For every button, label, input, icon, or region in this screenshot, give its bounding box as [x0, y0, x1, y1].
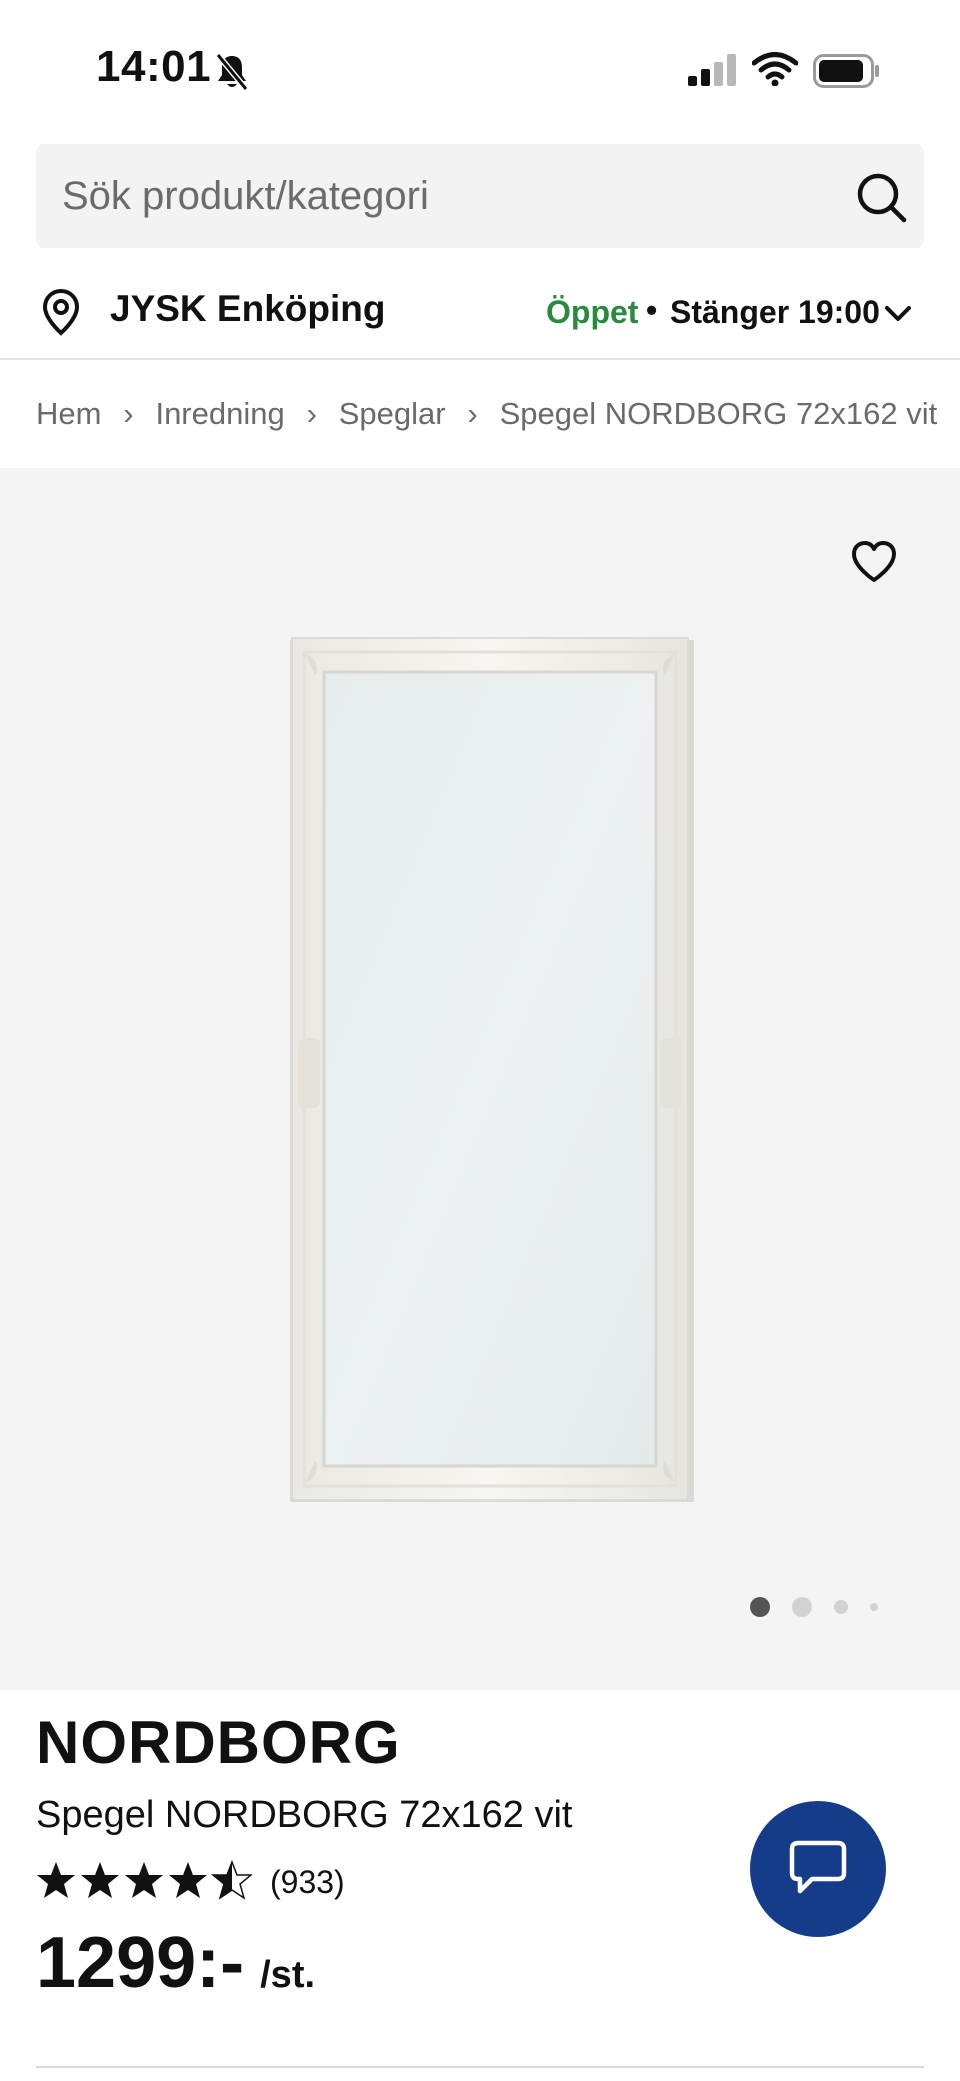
section-divider — [36, 2066, 924, 2068]
product-rating[interactable]: (933) — [36, 1858, 345, 1906]
product-image[interactable] — [286, 636, 698, 1511]
pagination-dot[interactable] — [834, 1600, 848, 1614]
product-brand: NORDBORG — [36, 1709, 401, 1776]
battery-icon — [813, 54, 881, 93]
store-closing-time: Stänger 19:00 — [670, 294, 880, 330]
breadcrumb-separator: › — [123, 396, 134, 431]
signal-icon — [688, 54, 738, 91]
product-gallery[interactable] — [0, 468, 960, 1690]
breadcrumb-item-speglar[interactable]: Speglar — [339, 396, 446, 432]
pagination-dot[interactable] — [870, 1603, 878, 1611]
search-bar[interactable] — [36, 144, 924, 248]
breadcrumb: Hem › Inredning › Speglar › Spegel NORDB… — [36, 392, 937, 436]
gallery-pagination — [750, 1595, 900, 1619]
search-icon[interactable] — [854, 170, 910, 231]
chat-bubble-icon — [786, 1837, 850, 1902]
product-name: Spegel NORDBORG 72x162 vit — [36, 1794, 573, 1836]
breadcrumb-separator: › — [306, 396, 317, 431]
search-input[interactable] — [60, 166, 800, 226]
price-value: 1299:- — [36, 1923, 245, 2003]
review-count[interactable]: (933) — [270, 1864, 345, 1901]
chat-button[interactable] — [750, 1801, 886, 1937]
pagination-dot[interactable] — [792, 1597, 812, 1617]
heart-icon[interactable] — [850, 540, 898, 589]
breadcrumb-item-hem[interactable]: Hem — [36, 396, 101, 432]
status-time: 14:01 — [96, 42, 212, 91]
store-name: JYSK Enköping — [110, 288, 386, 329]
status-bar: 14:01 — [0, 0, 960, 135]
rating-stars — [36, 1858, 252, 1907]
price-unit: /st. — [260, 1954, 316, 1996]
bell-slash-icon — [215, 52, 249, 97]
breadcrumb-separator: › — [467, 396, 478, 431]
price: 1299:- /st. — [36, 1922, 315, 2004]
breadcrumb-item-current: Spegel NORDBORG 72x162 vit — [499, 396, 938, 431]
pagination-dot-active[interactable] — [750, 1597, 770, 1617]
store-separator: • — [646, 292, 658, 328]
breadcrumb-item-inredning[interactable]: Inredning — [155, 396, 284, 432]
store-open-status: Öppet — [546, 294, 639, 330]
wifi-icon — [751, 52, 799, 91]
store-selector[interactable]: JYSK Enköping Öppet • Stänger 19:00 — [0, 270, 960, 360]
pin-icon — [40, 288, 82, 341]
chevron-down-icon[interactable] — [882, 298, 914, 335]
